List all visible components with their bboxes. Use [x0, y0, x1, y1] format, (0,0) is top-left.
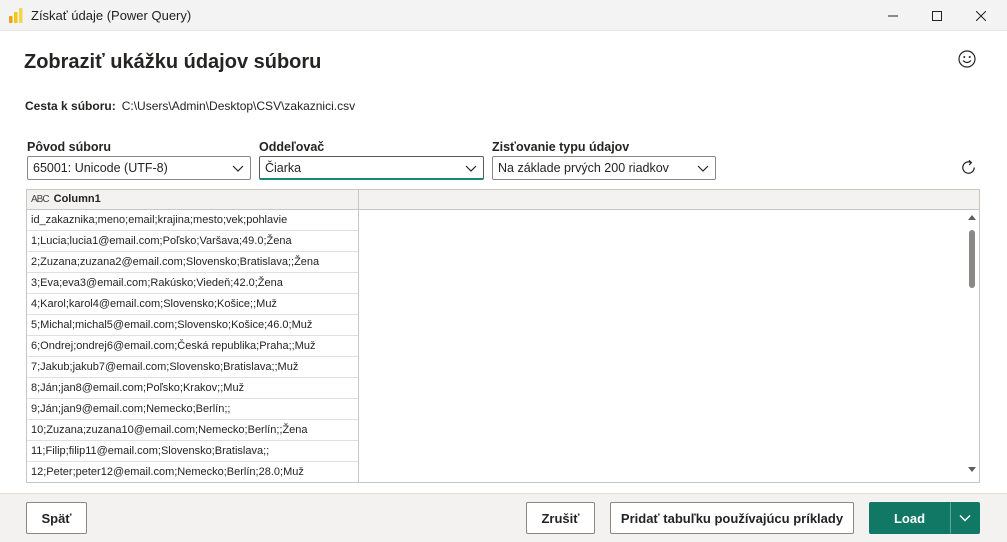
- delimiter-label: Oddeľovač: [259, 140, 325, 154]
- scroll-thumb[interactable]: [969, 230, 975, 288]
- minimize-icon: [888, 15, 898, 16]
- chevron-down-icon: [465, 165, 477, 172]
- maximize-icon: [932, 10, 942, 21]
- text-type-icon: ABC: [31, 194, 50, 205]
- type-detection-value: Na základe prvých 200 riadkov: [498, 161, 669, 175]
- table-row[interactable]: 10;Zuzana;zuzana10@email.com;Nemecko;Ber…: [27, 420, 358, 441]
- chevron-down-icon: [959, 515, 971, 522]
- file-origin-value: 65001: Unicode (UTF-8): [33, 161, 168, 175]
- file-path-label: Cesta k súboru:: [25, 99, 116, 113]
- grid-rows: id_zakaznika;meno;email;krajina;mesto;ve…: [27, 210, 359, 482]
- delimiter-select[interactable]: Čiarka: [259, 156, 484, 180]
- table-row[interactable]: 5;Michal;michal5@email.com;Slovensko;Koš…: [27, 315, 358, 336]
- table-row[interactable]: 9;Ján;jan9@email.com;Nemecko;Berlín;;: [27, 399, 358, 420]
- preview-grid: ABC Column1 id_zakaznika;meno;email;kraj…: [26, 189, 980, 483]
- file-path-value: C:\Users\Admin\Desktop\CSV\zakaznici.csv: [121, 99, 356, 113]
- column-header-label: Column1: [53, 193, 101, 205]
- file-origin-label: Pôvod súboru: [27, 140, 112, 154]
- page-title: Zobraziť ukážku údajov súboru: [24, 51, 322, 73]
- scroll-up-icon[interactable]: [968, 214, 976, 221]
- delimiter-value: Čiarka: [265, 161, 302, 175]
- table-row[interactable]: 12;Peter;peter12@email.com;Nemecko;Berlí…: [27, 462, 358, 482]
- cancel-button[interactable]: Zrušiť: [526, 502, 595, 534]
- table-row[interactable]: id_zakaznika;meno;email;krajina;mesto;ve…: [27, 210, 358, 231]
- close-button[interactable]: [958, 0, 1004, 31]
- file-origin-select[interactable]: 65001: Unicode (UTF-8): [27, 156, 251, 180]
- vertical-scrollbar[interactable]: [964, 210, 979, 482]
- column-header-filler: [359, 190, 979, 210]
- type-detection-select[interactable]: Na základe prvých 200 riadkov: [492, 156, 716, 180]
- scroll-down-icon[interactable]: [968, 466, 976, 473]
- table-row[interactable]: 8;Ján;jan8@email.com;Poľsko;Krakov;;Muž: [27, 378, 358, 399]
- table-row[interactable]: 1;Lucia;lucia1@email.com;Poľsko;Varšava;…: [27, 231, 358, 252]
- table-row[interactable]: 6;Ondrej;ondrej6@email.com;Česká republi…: [27, 336, 358, 357]
- minimize-button[interactable]: [870, 0, 916, 31]
- dialog-content: Zobraziť ukážku údajov súboru Cesta k sú…: [0, 31, 1007, 493]
- load-options-button[interactable]: [950, 502, 980, 534]
- maximize-button[interactable]: [914, 0, 960, 31]
- file-path-row: Cesta k súboru: C:\Users\Admin\Desktop\CS…: [25, 99, 355, 113]
- close-icon: [976, 10, 986, 21]
- column-header[interactable]: ABC Column1: [27, 190, 359, 210]
- window-title: Získať údaje (Power Query): [31, 8, 192, 23]
- back-button[interactable]: Späť: [26, 502, 87, 534]
- chevron-down-icon: [697, 165, 709, 172]
- table-row[interactable]: 3;Eva;eva3@email.com;Rakúsko;Viedeň;42.0…: [27, 273, 358, 294]
- title-bar: Získať údaje (Power Query): [0, 0, 1007, 31]
- dialog-footer: Späť Zrušiť Pridať tabuľku používajúcu p…: [0, 493, 1007, 542]
- load-button[interactable]: Load: [869, 502, 950, 534]
- refresh-icon[interactable]: [959, 158, 978, 177]
- table-row[interactable]: 4;Karol;karol4@email.com;Slovensko;Košic…: [27, 294, 358, 315]
- table-row[interactable]: 2;Zuzana;zuzana2@email.com;Slovensko;Bra…: [27, 252, 358, 273]
- power-bi-logo-icon: [9, 8, 23, 23]
- table-row[interactable]: 11;Filip;filip11@email.com;Slovensko;Bra…: [27, 441, 358, 462]
- smiley-feedback-icon[interactable]: [957, 49, 977, 69]
- table-row[interactable]: 7;Jakub;jakub7@email.com;Slovensko;Brati…: [27, 357, 358, 378]
- add-table-using-examples-button[interactable]: Pridať tabuľku používajúcu príklady: [610, 502, 854, 534]
- type-detection-label: Zisťovanie typu údajov: [492, 140, 630, 154]
- chevron-down-icon: [232, 165, 244, 172]
